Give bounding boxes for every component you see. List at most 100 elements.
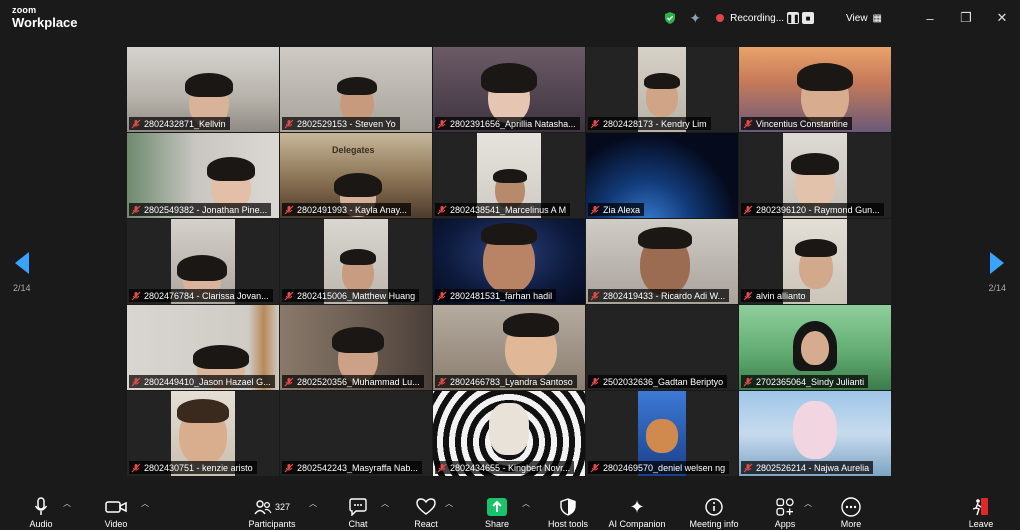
share-options-caret[interactable]: ︿ bbox=[522, 498, 530, 509]
mic-muted-icon bbox=[590, 291, 600, 300]
video-tile[interactable]: 2802434655 - Kingbert Novr... bbox=[433, 391, 585, 476]
video-tile[interactable]: 2802549382 - Jonathan Pine... bbox=[127, 133, 279, 218]
video-tile[interactable]: 2502032636_Gadtan Beriptyo bbox=[586, 305, 738, 390]
grid-view-icon: ▦ bbox=[872, 12, 882, 24]
video-tile[interactable]: 2702365064_Sindy Julianti bbox=[739, 305, 891, 390]
mic-muted-icon bbox=[284, 463, 294, 472]
page-indicator-right: 2/14 bbox=[988, 283, 1006, 293]
video-tile[interactable]: 2802542243_Masyraffa Nab... bbox=[280, 391, 432, 476]
prev-page-control[interactable]: 2/14 bbox=[13, 252, 31, 293]
mic-muted-icon bbox=[743, 291, 753, 300]
brand-small: zoom bbox=[12, 5, 37, 15]
video-tile[interactable]: 2802481531_farhan hadil bbox=[433, 219, 585, 304]
participant-name-label: 2802481531_farhan hadil bbox=[435, 289, 557, 302]
participant-name-label: 2802526214 - Najwa Aurelia bbox=[741, 461, 874, 474]
more-button[interactable]: More bbox=[836, 496, 866, 529]
brand-large: Workplace bbox=[12, 15, 78, 30]
participant-name: 2802529153 - Steven Yo bbox=[297, 118, 396, 129]
host-tools-label: Host tools bbox=[547, 519, 589, 529]
video-options-caret[interactable]: ︿ bbox=[141, 498, 149, 509]
mic-muted-icon bbox=[590, 377, 600, 386]
restore-button[interactable]: ❐ bbox=[948, 10, 984, 26]
participant-name: 2802481531_farhan hadil bbox=[450, 290, 553, 301]
video-tile[interactable]: 2802449410_Jason Hazael G... bbox=[127, 305, 279, 390]
share-button[interactable]: Share bbox=[483, 496, 511, 529]
chat-options-caret[interactable]: ︿ bbox=[381, 498, 389, 509]
stop-recording-button[interactable]: ■ bbox=[802, 12, 815, 24]
react-button[interactable]: React bbox=[411, 496, 441, 529]
chat-button[interactable]: Chat bbox=[344, 496, 372, 529]
participant-name: Vincentius Constantine bbox=[756, 118, 848, 129]
apps-button[interactable]: Apps bbox=[770, 496, 800, 529]
participant-name-label: 2802529153 - Steven Yo bbox=[282, 117, 400, 130]
view-label: View bbox=[846, 12, 868, 24]
more-dots-icon bbox=[841, 497, 861, 517]
video-tile[interactable]: Delegates 2802491993 - Kayla Anay... bbox=[280, 133, 432, 218]
video-tile[interactable]: 2802520356_Muhammad Lu... bbox=[280, 305, 432, 390]
participant-name-label: 2802419433 - Ricardo Adi W... bbox=[588, 289, 730, 302]
encryption-shield-icon[interactable] bbox=[663, 11, 677, 25]
close-window-button[interactable]: ✕ bbox=[984, 10, 1020, 26]
next-page-control[interactable]: 2/14 bbox=[988, 252, 1006, 293]
audio-options-caret[interactable]: ︿ bbox=[63, 498, 71, 509]
cloud-recording-icon bbox=[716, 14, 725, 22]
mic-muted-icon bbox=[437, 377, 447, 386]
video-tile[interactable]: 2802428173 - Kendry Lim bbox=[586, 47, 738, 132]
participant-name: 2802419433 - Ricardo Adi W... bbox=[603, 290, 726, 301]
participants-button[interactable]: 327 Participants bbox=[242, 496, 302, 529]
host-tools-button[interactable]: Host tools bbox=[542, 496, 594, 529]
ai-companion-button[interactable]: ✦ AI Companion bbox=[604, 496, 670, 530]
video-tile[interactable]: 2802419433 - Ricardo Adi W... bbox=[586, 219, 738, 304]
mic-muted-icon bbox=[437, 205, 447, 214]
mic-muted-icon bbox=[284, 119, 294, 128]
participant-name-label: 2802415006_Matthew Huang bbox=[282, 289, 420, 302]
participants-options-caret[interactable]: ︿ bbox=[309, 498, 317, 509]
video-button[interactable]: Video bbox=[100, 496, 132, 529]
view-button[interactable]: View ▦ bbox=[846, 13, 882, 24]
react-options-caret[interactable]: ︿ bbox=[445, 498, 453, 509]
video-tile[interactable]: alvin allianto bbox=[739, 219, 891, 304]
video-tile[interactable]: 2802432871_Kellvin bbox=[127, 47, 279, 132]
meeting-toolbar: Audio ︿ Video ︿ 327 Participants ︿ Chat … bbox=[0, 490, 1020, 530]
meeting-info-label: Meeting info bbox=[689, 519, 739, 529]
arrow-right-icon[interactable] bbox=[990, 252, 1005, 274]
video-tile[interactable]: Vincentius Constantine bbox=[739, 47, 891, 132]
video-tile[interactable]: 2802466783_Lyandra Santoso bbox=[433, 305, 585, 390]
video-tile[interactable]: 2802526214 - Najwa Aurelia bbox=[739, 391, 891, 476]
participant-name: 2802438541_Marcelinus A M bbox=[450, 204, 567, 215]
mic-muted-icon bbox=[743, 119, 753, 128]
video-tile[interactable]: 2802415006_Matthew Huang bbox=[280, 219, 432, 304]
audio-button[interactable]: Audio bbox=[27, 496, 55, 529]
pause-recording-button[interactable]: ❚❚ bbox=[786, 12, 800, 24]
video-tile[interactable]: 2802476784 - Clarissa Jovan... bbox=[127, 219, 279, 304]
participant-name-label: 2802434655 - Kingbert Novr... bbox=[435, 461, 575, 474]
participant-name-label: alvin allianto bbox=[741, 289, 810, 302]
ai-sparkle-icon[interactable]: ✦ bbox=[689, 10, 701, 27]
participant-name: 2802415006_Matthew Huang bbox=[297, 290, 416, 301]
video-tile[interactable]: 2802438541_Marcelinus A M bbox=[433, 133, 585, 218]
participant-name: 2802520356_Muhammad Lu... bbox=[297, 376, 420, 387]
share-screen-icon bbox=[487, 498, 507, 516]
participant-name-label: 2802491993 - Kayla Anay... bbox=[282, 203, 411, 216]
participant-name: 2802526214 - Najwa Aurelia bbox=[756, 462, 870, 473]
video-tile[interactable]: Zia Alexa bbox=[586, 133, 738, 218]
video-camera-icon bbox=[105, 501, 127, 513]
mic-muted-icon bbox=[437, 119, 447, 128]
heart-react-icon bbox=[416, 498, 436, 515]
participant-name-label: 2802430751 - kenzie aristo bbox=[129, 461, 257, 474]
video-tile[interactable]: 2802430751 - kenzie aristo bbox=[127, 391, 279, 476]
leave-button[interactable]: Leave bbox=[966, 496, 996, 529]
participant-name: 2802469570_deniel welsen ng bbox=[603, 462, 726, 473]
video-tile[interactable]: 2802469570_deniel welsen ng bbox=[586, 391, 738, 476]
mic-muted-icon bbox=[437, 463, 447, 472]
mic-muted-icon bbox=[131, 205, 141, 214]
video-tile[interactable]: 2802391656_Aprillia Natasha... bbox=[433, 47, 585, 132]
recording-indicator[interactable]: Recording... ❚❚ ■ bbox=[715, 12, 815, 24]
delegates-text: Delegates bbox=[332, 145, 375, 155]
video-tile[interactable]: 2802396120 - Raymond Gun... bbox=[739, 133, 891, 218]
apps-options-caret[interactable]: ︿ bbox=[804, 498, 812, 509]
video-tile[interactable]: 2802529153 - Steven Yo bbox=[280, 47, 432, 132]
minimize-button[interactable]: – bbox=[912, 11, 948, 26]
arrow-left-icon[interactable] bbox=[14, 252, 29, 274]
meeting-info-button[interactable]: Meeting info bbox=[684, 496, 744, 529]
